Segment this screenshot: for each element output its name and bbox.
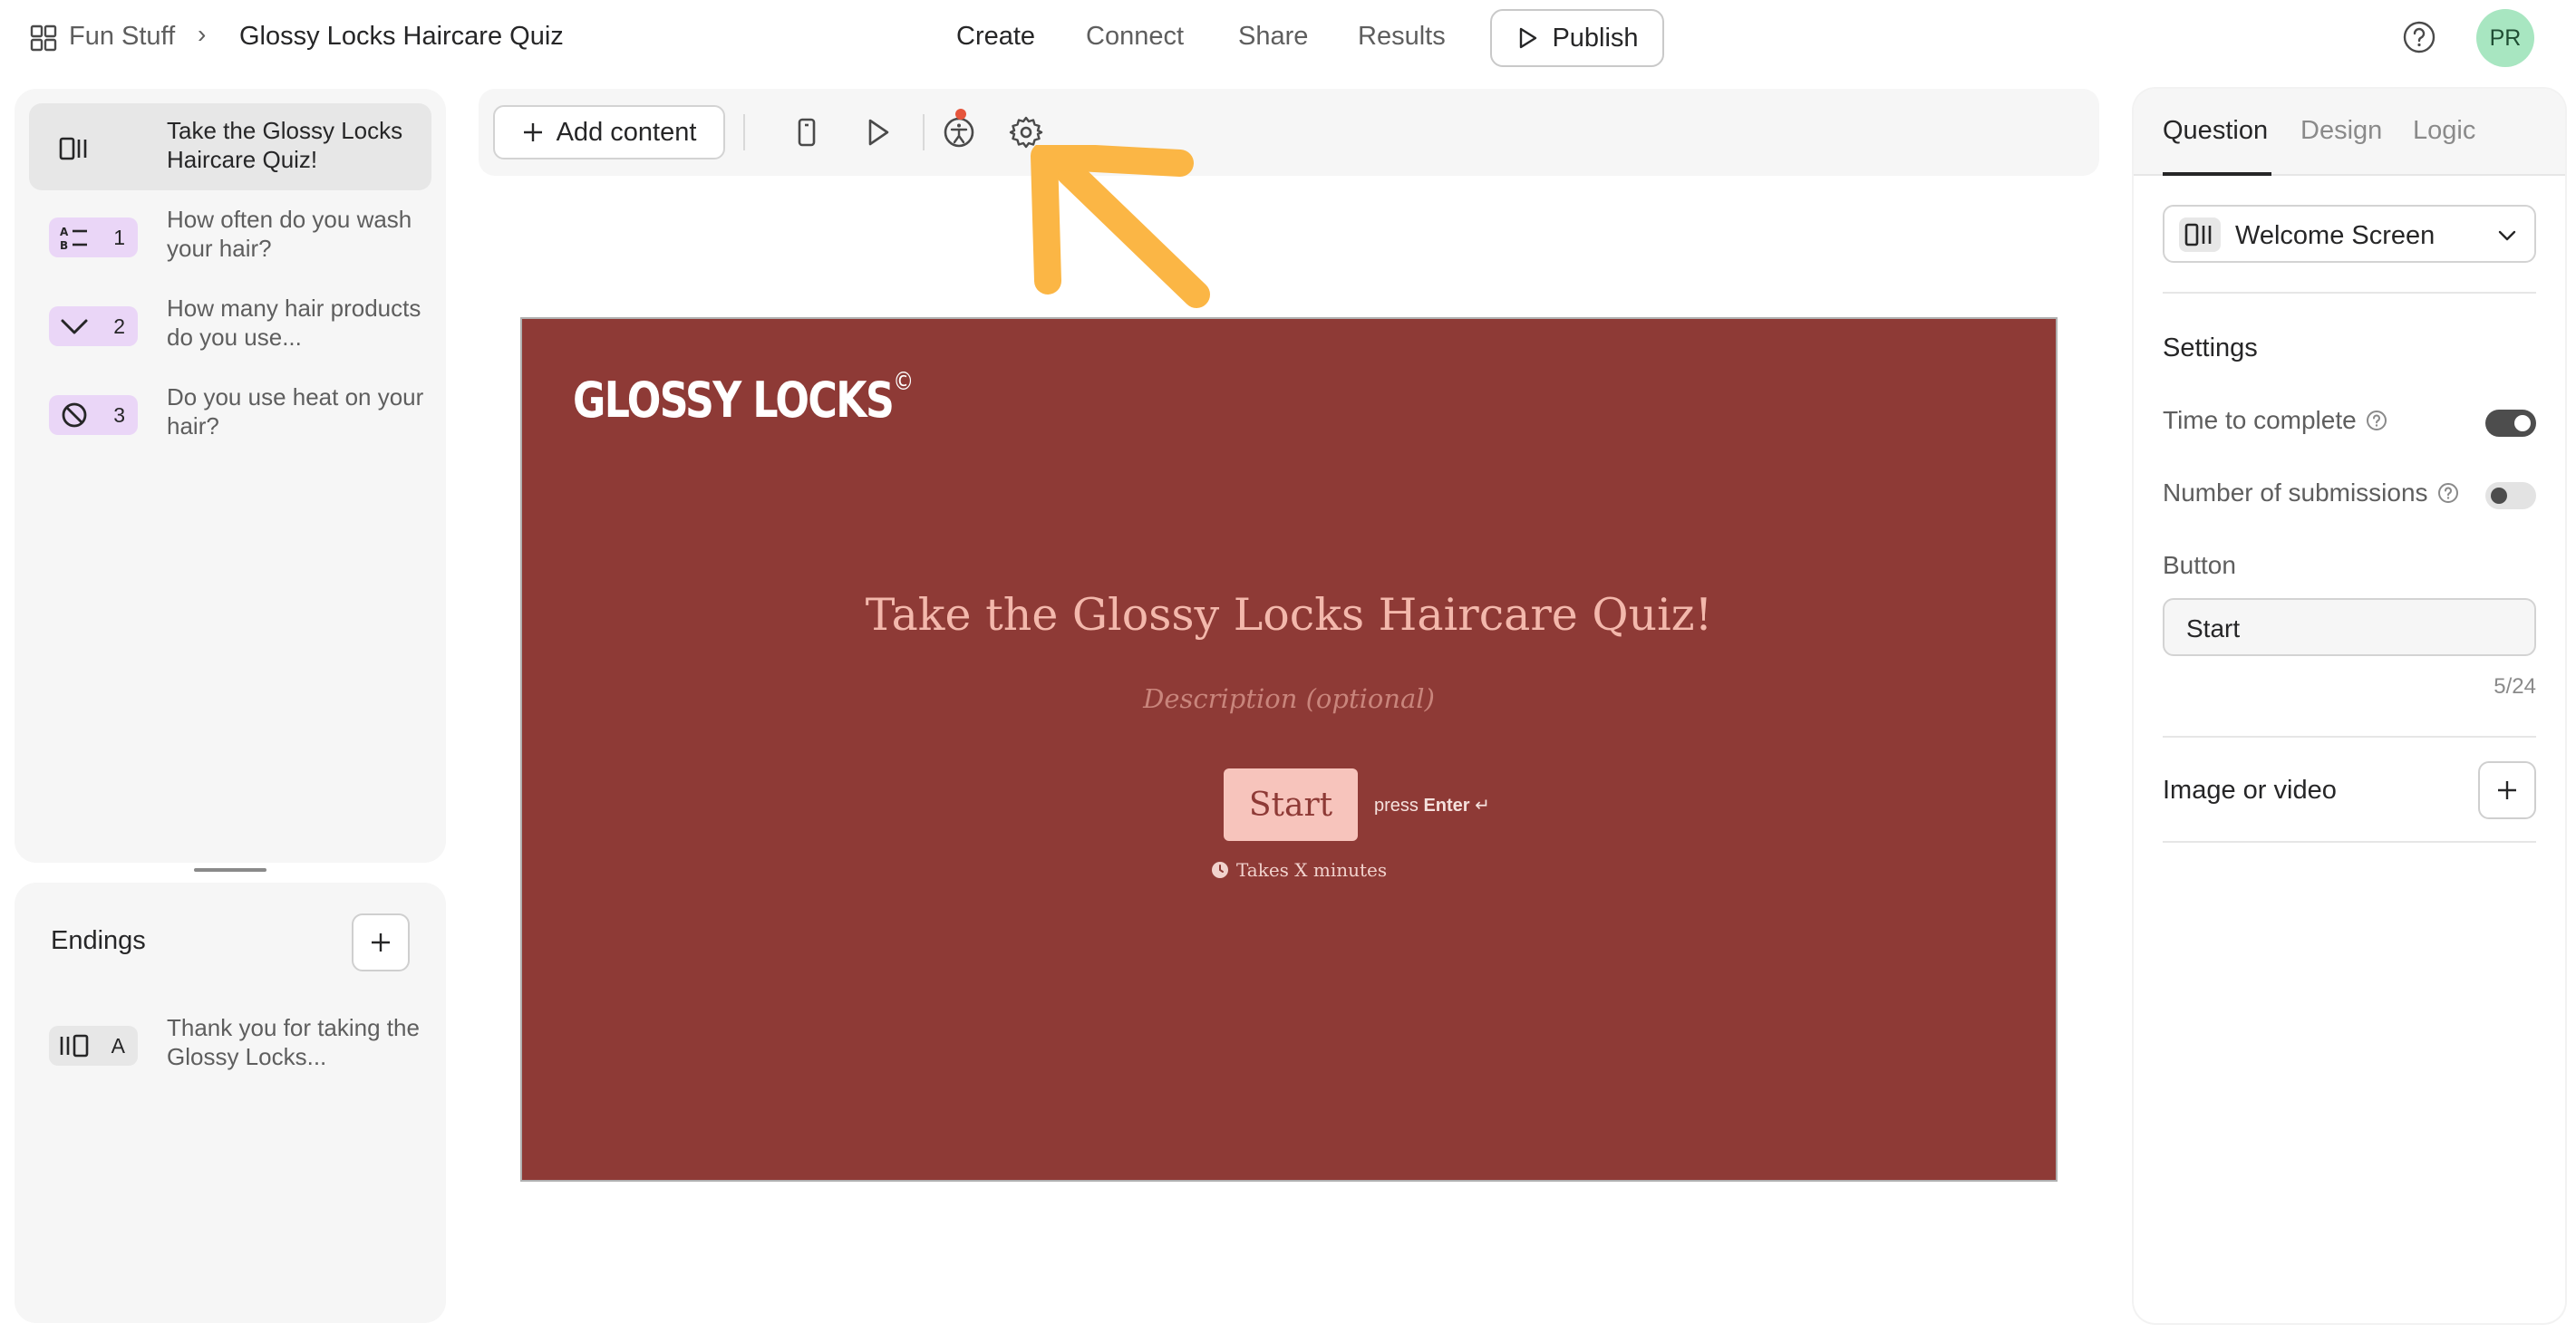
multiple-choice-icon: A B [60, 226, 87, 251]
question-type-select[interactable]: Welcome Screen [2163, 205, 2536, 263]
number-of-submissions-setting: Number of submissions [2163, 478, 2459, 507]
nav-connect[interactable]: Connect [1086, 22, 1184, 52]
panel-resize-handle[interactable] [194, 868, 266, 872]
annotation-arrow-icon [1031, 145, 1210, 308]
notification-dot [955, 109, 966, 120]
help-icon[interactable] [2402, 20, 2436, 54]
add-content-button[interactable]: Add content [493, 105, 725, 159]
question-item-1[interactable]: A B 1 How often do you wash your hair? [29, 192, 431, 279]
time-to-complete-label: Time to complete [2163, 406, 2357, 434]
question-number: 3 [113, 403, 125, 427]
nav-share[interactable]: Share [1238, 22, 1308, 52]
clock-icon [1212, 862, 1228, 878]
enter-key-icon: ↵ [1475, 796, 1490, 816]
nav-create[interactable]: Create [956, 22, 1035, 52]
ending-label: Thank you for taking the Glossy Locks... [167, 1014, 420, 1070]
button-text-input[interactable]: Start [2163, 598, 2536, 656]
plus-icon [523, 123, 542, 141]
svg-text:A: A [60, 226, 69, 238]
question-badge: 2 [49, 306, 138, 346]
question-list-panel: Take the Glossy Locks Haircare Quiz! A B… [15, 89, 446, 863]
svg-text:B: B [60, 239, 68, 251]
dropdown-icon [61, 319, 88, 334]
info-icon[interactable] [2437, 482, 2459, 504]
breadcrumb-form-title[interactable]: Glossy Locks Haircare Quiz [239, 22, 564, 52]
press-text: press [1374, 796, 1419, 816]
button-char-count: 5/24 [2494, 674, 2536, 699]
question-label: How often do you wash your hair? [167, 206, 412, 262]
question-label: Do you use heat on your hair? [167, 383, 424, 440]
question-label: Take the Glossy Locks Haircare Quiz! [167, 117, 403, 173]
section-divider [2163, 292, 2536, 294]
button-heading: Button [2163, 551, 2236, 580]
tab-question[interactable]: Question [2163, 116, 2268, 146]
form-preview-canvas[interactable]: GLOSSY LOCKS© Take the Glossy Locks Hair… [520, 317, 2058, 1182]
endings-panel: Endings A Thank you for taking the Gloss… [15, 883, 446, 1323]
tab-design[interactable]: Design [2300, 116, 2382, 146]
tab-logic[interactable]: Logic [2413, 116, 2475, 146]
mobile-preview-icon[interactable] [789, 114, 825, 150]
question-label: How many hair products do you use... [167, 295, 421, 351]
preview-play-icon[interactable] [859, 114, 896, 150]
ending-badge: A [49, 1026, 138, 1066]
ending-letter: A [111, 1034, 125, 1058]
section-divider [2163, 736, 2536, 738]
chevron-down-icon [2498, 230, 2516, 241]
breadcrumb-workspace[interactable]: Fun Stuff [69, 22, 175, 52]
toolbar-divider [923, 114, 925, 150]
welcome-screen-icon [2179, 217, 2221, 252]
image-or-video-label: Image or video [2163, 776, 2337, 805]
number-of-submissions-toggle[interactable] [2485, 482, 2536, 509]
workspace-grid-icon[interactable] [29, 24, 58, 53]
top-bar: Fun Stuff › Glossy Locks Haircare Quiz C… [0, 0, 2576, 76]
welcome-description[interactable]: Description (optional) [522, 683, 2056, 714]
yes-no-icon [62, 402, 87, 428]
press-enter-hint: press Enter ↵ [1374, 794, 1490, 816]
editor-toolbar: Add content [479, 89, 2099, 176]
question-item-2[interactable]: 2 How many hair products do you use... [29, 281, 431, 368]
play-icon [1520, 27, 1537, 49]
enter-key-text: Enter [1423, 796, 1470, 816]
section-divider [2163, 841, 2536, 843]
ending-screen-icon [60, 1034, 89, 1058]
plus-icon [372, 933, 390, 952]
add-ending-button[interactable] [352, 913, 410, 971]
publish-button[interactable]: Publish [1490, 9, 1664, 67]
welcome-screen-icon [59, 137, 87, 160]
welcome-badge [49, 129, 138, 169]
breadcrumb-separator: › [198, 20, 207, 48]
question-item-welcome[interactable]: Take the Glossy Locks Haircare Quiz! [29, 103, 431, 190]
button-heading-label: Button [2163, 551, 2236, 579]
question-number: 1 [113, 226, 125, 249]
accessibility-icon[interactable] [941, 114, 977, 150]
question-number: 2 [113, 314, 125, 338]
user-avatar[interactable]: PR [2476, 9, 2534, 67]
toolbar-divider [743, 114, 745, 150]
time-to-complete-setting: Time to complete [2163, 406, 2387, 435]
time-to-complete-toggle[interactable] [2485, 410, 2536, 437]
takes-time-text: Takes X minutes [1236, 859, 1388, 881]
settings-heading: Settings [2163, 333, 2258, 362]
nav-results[interactable]: Results [1358, 22, 1446, 52]
question-settings-panel: Question Design Logic Welcome Screen Set… [2134, 89, 2565, 1323]
start-button[interactable]: Start [1224, 768, 1358, 841]
info-icon[interactable] [2366, 410, 2387, 431]
endings-title: Endings [51, 926, 146, 955]
welcome-title[interactable]: Take the Glossy Locks Haircare Quiz! [522, 589, 2056, 641]
question-badge: 3 [49, 395, 138, 435]
plus-icon [2498, 781, 2516, 799]
question-badge: A B 1 [49, 217, 138, 257]
brand-logo: GLOSSY LOCKS© [573, 366, 914, 429]
publish-label: Publish [1552, 23, 1639, 53]
question-type-label: Welcome Screen [2235, 221, 2436, 250]
brand-name: GLOSSY LOCKS [573, 372, 895, 429]
add-content-label: Add content [556, 117, 697, 147]
number-of-submissions-label: Number of submissions [2163, 478, 2428, 507]
active-tab-indicator [2163, 172, 2271, 176]
ending-item-a[interactable]: A Thank you for taking the Glossy Locks.… [29, 1000, 431, 1087]
question-item-3[interactable]: 3 Do you use heat on your hair? [29, 370, 431, 457]
time-to-complete-label: Takes X minutes [1211, 859, 1387, 881]
add-image-button[interactable] [2478, 761, 2536, 819]
brand-mark: © [893, 366, 914, 396]
